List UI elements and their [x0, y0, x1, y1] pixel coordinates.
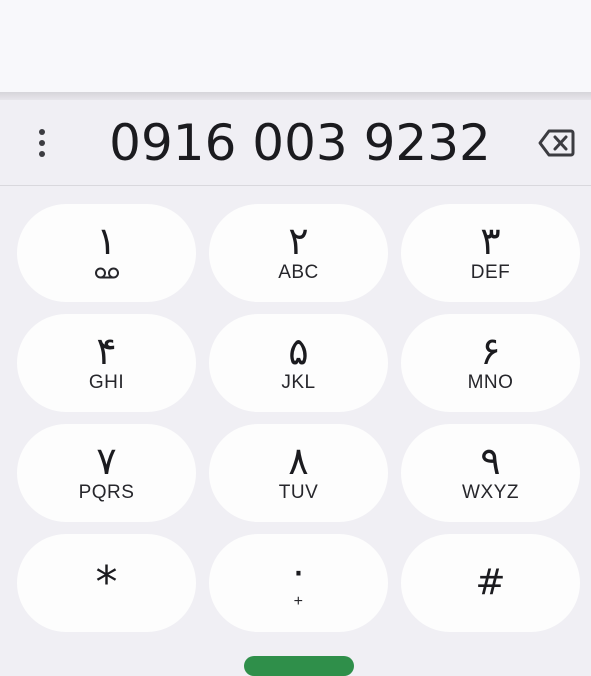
key-letters: GHI [88, 372, 125, 393]
key-star[interactable]: * [17, 534, 196, 632]
voicemail-icon [94, 261, 120, 285]
key-7[interactable]: ۷ PQRS [17, 424, 196, 522]
key-hash[interactable]: # [401, 534, 580, 632]
more-vert-icon[interactable] [30, 124, 54, 162]
dialed-number[interactable]: 0916 003 9232 [80, 108, 520, 178]
key-digit: ۴ [96, 329, 117, 373]
key-1[interactable]: ۱ [17, 204, 196, 302]
key-6[interactable]: ۶ MNO [401, 314, 580, 412]
key-digit: ۳ [480, 219, 501, 263]
key-3[interactable]: ۳ DEF [401, 204, 580, 302]
key-digit: ۱ [96, 219, 117, 263]
key-digit: ۷ [96, 439, 117, 483]
key-letters: ABC [278, 262, 319, 283]
top-area [0, 0, 591, 92]
key-letters: WXYZ [462, 482, 519, 503]
number-bar: 0916 003 9232 [0, 100, 591, 186]
key-digit: ۶ [480, 329, 501, 373]
key-letters: DEF [470, 262, 511, 283]
key-digit: # [475, 562, 506, 603]
key-digit: ۲ [288, 219, 309, 263]
call-button[interactable] [244, 656, 354, 676]
key-9[interactable]: ۹ WXYZ [401, 424, 580, 522]
backspace-icon[interactable] [538, 127, 576, 159]
key-8[interactable]: ۸ TUV [209, 424, 388, 522]
key-letters: JKL [281, 372, 316, 393]
key-0[interactable]: ۰ + [209, 534, 388, 632]
key-letters: TUV [278, 482, 319, 503]
key-digit: ۸ [288, 439, 309, 483]
key-5[interactable]: ۵ JKL [209, 314, 388, 412]
key-digit: ۵ [288, 329, 309, 373]
key-letters: + [293, 593, 304, 610]
key-digit: * [95, 557, 118, 608]
key-digit: ۰ [288, 549, 309, 593]
key-2[interactable]: ۲ ABC [209, 204, 388, 302]
key-digit: ۹ [480, 439, 501, 483]
key-letters: PQRS [78, 482, 135, 503]
key-letters: MNO [467, 372, 514, 393]
key-4[interactable]: ۴ GHI [17, 314, 196, 412]
